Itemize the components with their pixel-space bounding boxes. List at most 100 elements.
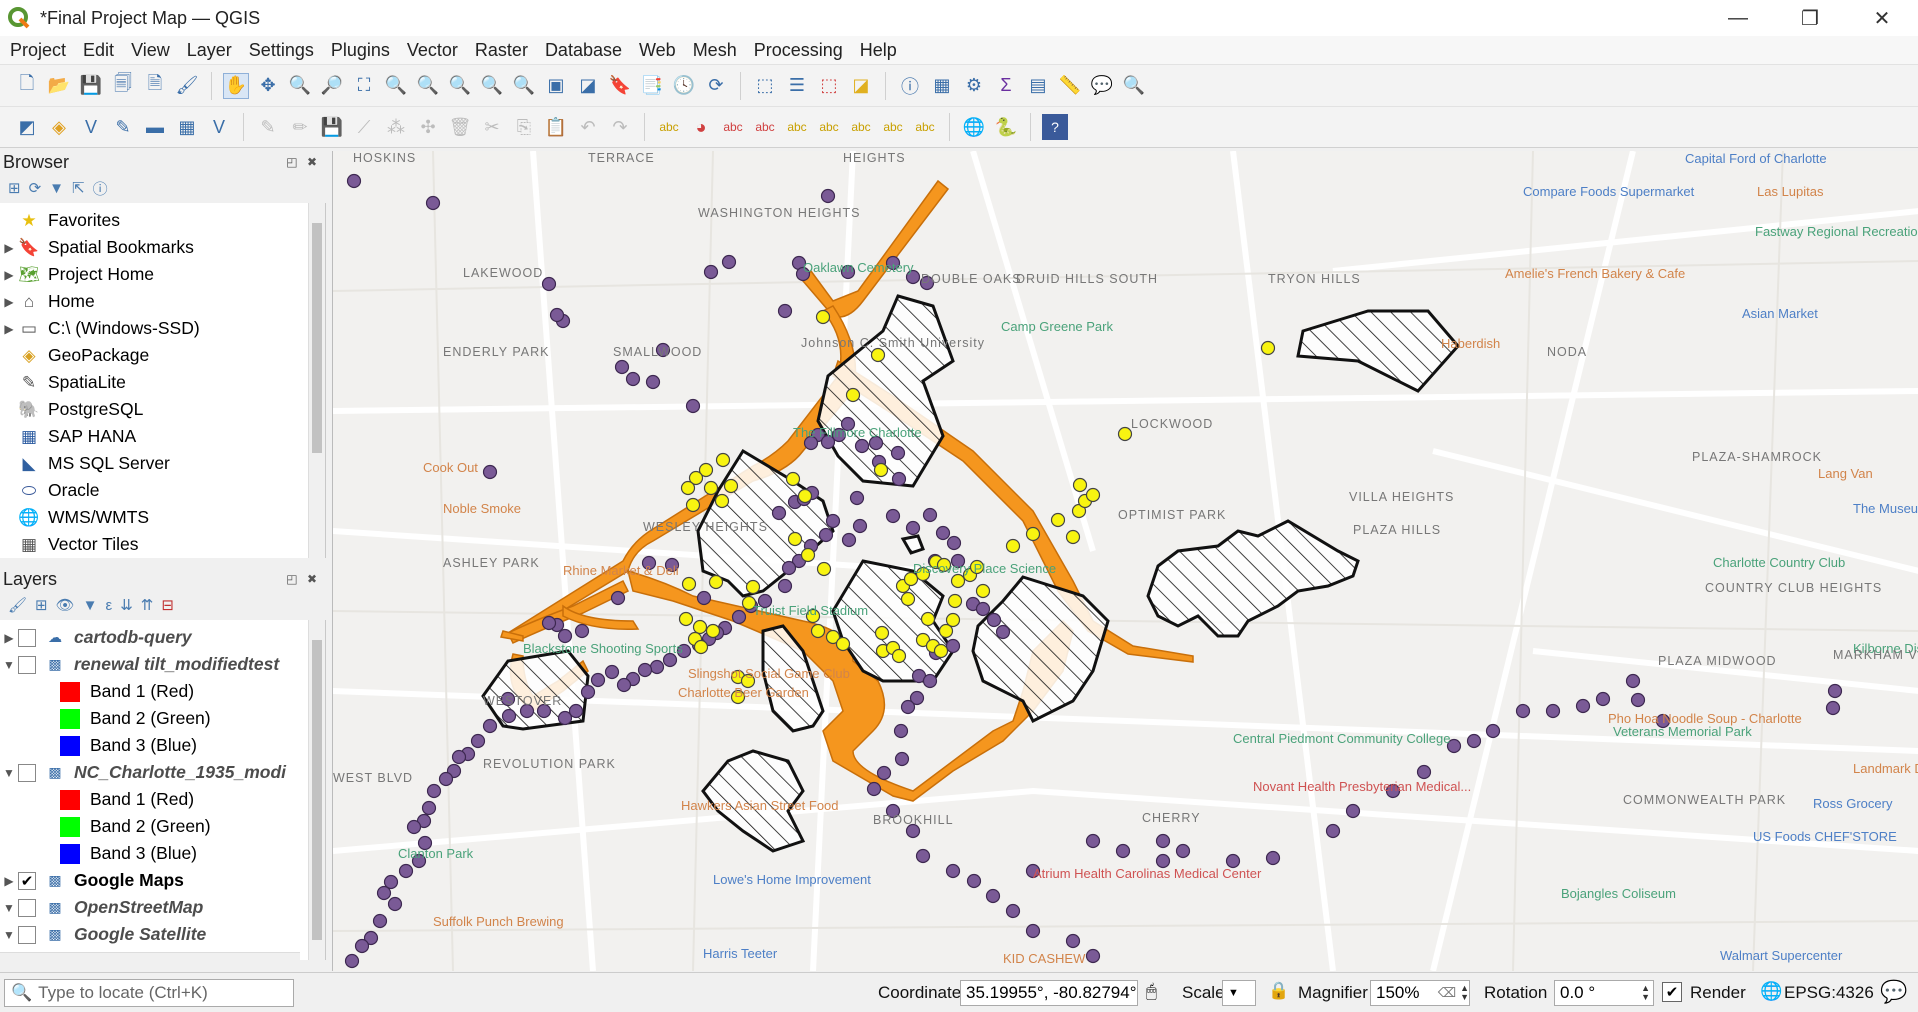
menu-plugins[interactable]: Plugins bbox=[321, 40, 397, 61]
layer-visibility-checkbox[interactable] bbox=[18, 925, 36, 944]
label-properties-icon[interactable]: abc bbox=[912, 114, 938, 140]
show-hide-labels-icon[interactable]: abc bbox=[784, 114, 810, 140]
open-project-icon[interactable]: 📂 bbox=[46, 73, 72, 99]
browser-scrollbar[interactable] bbox=[308, 203, 325, 558]
data-source-manager-icon[interactable]: ◩ bbox=[14, 114, 40, 140]
clear-icon[interactable]: ⌫ bbox=[1438, 985, 1456, 1001]
toggle-extents-icon[interactable]: 🖱 bbox=[1146, 981, 1157, 1002]
new-project-icon[interactable]: 🗋 bbox=[14, 73, 40, 99]
save-edits-icon[interactable]: 💾 bbox=[319, 114, 345, 140]
pan-to-selection-icon[interactable]: ✥ bbox=[255, 73, 281, 99]
rotate-label-icon[interactable]: abc bbox=[848, 114, 874, 140]
browser-item[interactable]: ✎ SpatiaLite bbox=[0, 369, 325, 396]
crs-label[interactable]: EPSG:4326 bbox=[1784, 983, 1874, 1003]
panel-float-close-icon[interactable]: ◰ ✖ bbox=[286, 572, 320, 586]
new-shapefile-layer-icon[interactable]: V bbox=[78, 114, 104, 140]
minimize-button[interactable]: — bbox=[1702, 0, 1774, 36]
current-edits-icon[interactable]: ✎ bbox=[255, 114, 281, 140]
expand-arrow-icon[interactable]: ▼ bbox=[0, 658, 18, 672]
maximize-button[interactable]: ❐ bbox=[1774, 0, 1846, 36]
menu-settings[interactable]: Settings bbox=[239, 40, 321, 61]
help-contents-icon[interactable]: ? bbox=[1042, 114, 1068, 140]
zoom-last-icon[interactable]: 🔍 bbox=[479, 73, 505, 99]
expand-arrow-icon[interactable]: ▶ bbox=[0, 241, 18, 255]
coordinate-field[interactable]: 35.19955°, -80.82794° bbox=[960, 980, 1138, 1006]
undo-icon[interactable]: ↶ bbox=[575, 114, 601, 140]
layer-item[interactable]: ▼ ▩ NC_Charlotte_1935_modi bbox=[0, 759, 325, 786]
delete-selected-icon[interactable]: 🗑 bbox=[447, 114, 473, 140]
filter-expression-icon[interactable]: ε bbox=[106, 597, 113, 614]
select-by-location-icon[interactable]: ◪ bbox=[848, 73, 874, 99]
style-manager-icon[interactable]: 🖌 bbox=[174, 73, 200, 99]
enable-properties-icon[interactable]: ⓘ bbox=[93, 178, 108, 199]
menu-edit[interactable]: Edit bbox=[73, 40, 121, 61]
deselect-features-icon[interactable]: ⬚ bbox=[816, 73, 842, 99]
new-print-layout-icon[interactable]: 🗐 bbox=[110, 73, 136, 99]
add-raster-layer-icon[interactable]: ▦ bbox=[174, 114, 200, 140]
filter-legend-icon[interactable]: ▼ bbox=[83, 597, 98, 614]
processing-toolbox-icon[interactable]: ⚙ bbox=[961, 73, 987, 99]
paste-features-icon[interactable]: 📋 bbox=[543, 114, 569, 140]
map-canvas[interactable]: HOSKINS TERRACE HEIGHTS WASHINGTON HEIGHTS O… bbox=[332, 151, 1918, 971]
refresh-icon[interactable]: ⟳ bbox=[703, 73, 729, 99]
cut-features-icon[interactable]: ✂ bbox=[479, 114, 505, 140]
layer-visibility-checkbox[interactable]: ✔ bbox=[18, 871, 36, 890]
layer-item[interactable]: ▼ ▩ OpenStreetMap bbox=[0, 894, 325, 921]
spin-arrows-icon[interactable]: ▲ ▼ bbox=[1460, 984, 1469, 1002]
browser-item[interactable]: ◈ GeoPackage bbox=[0, 342, 325, 369]
add-feature-icon[interactable]: ⟋ bbox=[351, 114, 377, 140]
expand-arrow-icon[interactable]: ▶ bbox=[0, 322, 18, 336]
menu-view[interactable]: View bbox=[121, 40, 177, 61]
menu-database[interactable]: Database bbox=[535, 40, 629, 61]
browser-item[interactable]: ▶ 🗺 Project Home bbox=[0, 261, 325, 288]
pin-labels-icon[interactable]: abc bbox=[752, 114, 778, 140]
new-map-view-icon[interactable]: ▣ bbox=[543, 73, 569, 99]
menu-raster[interactable]: Raster bbox=[465, 40, 535, 61]
new-3d-view-icon[interactable]: ◪ bbox=[575, 73, 601, 99]
menu-processing[interactable]: Processing bbox=[744, 40, 850, 61]
zoom-next-icon[interactable]: 🔍 bbox=[511, 73, 537, 99]
open-table-icon[interactable]: ▤ bbox=[1025, 73, 1051, 99]
layer-visibility-checkbox[interactable] bbox=[18, 655, 36, 674]
panel-float-close-icon[interactable]: ◰ ✖ bbox=[286, 155, 320, 169]
expand-arrow-icon[interactable]: ▶ bbox=[0, 268, 18, 282]
menu-mesh[interactable]: Mesh bbox=[683, 40, 744, 61]
browser-item[interactable]: ▦ Vector Tiles bbox=[0, 531, 325, 558]
locator-icon[interactable]: 🔍 bbox=[1121, 73, 1147, 99]
toggle-editing-icon[interactable]: ✏ bbox=[287, 114, 313, 140]
browser-item[interactable]: ▶ ▭ C:\ (Windows-SSD) bbox=[0, 315, 325, 342]
menu-vector[interactable]: Vector bbox=[397, 40, 465, 61]
layer-diagram-icon[interactable]: ◕ bbox=[688, 114, 714, 140]
close-button[interactable]: ✕ bbox=[1846, 0, 1918, 36]
menu-project[interactable]: Project bbox=[0, 40, 73, 61]
save-project-icon[interactable]: 💾 bbox=[78, 73, 104, 99]
copy-features-icon[interactable]: ⎘ bbox=[511, 114, 537, 140]
python-console-icon[interactable]: 🐍 bbox=[993, 114, 1019, 140]
layer-visibility-checkbox[interactable] bbox=[18, 898, 36, 917]
move-label-icon[interactable]: abc bbox=[816, 114, 842, 140]
magnifier-spinbox[interactable]: 150% ⌫ ▲ ▼ bbox=[1370, 980, 1470, 1006]
expand-arrow-icon[interactable]: ▼ bbox=[0, 766, 18, 780]
filter-browser-icon[interactable]: ▼ bbox=[49, 180, 64, 197]
new-bookmark-icon[interactable]: 🔖 bbox=[607, 73, 633, 99]
new-geopackage-layer-icon[interactable]: ◈ bbox=[46, 114, 72, 140]
identify-features-icon[interactable]: ⓘ bbox=[897, 73, 923, 99]
expand-all-icon[interactable]: ⇊ bbox=[120, 596, 133, 614]
browser-item[interactable]: ★ Favorites bbox=[0, 207, 325, 234]
spin-arrows-icon[interactable]: ▲ ▼ bbox=[1641, 984, 1650, 1002]
layers-scrollbar[interactable] bbox=[308, 620, 325, 960]
browser-item[interactable]: 🐘 PostgreSQL bbox=[0, 396, 325, 423]
select-features-icon[interactable]: ⬚ bbox=[752, 73, 778, 99]
zoom-full-icon[interactable]: ⛶ bbox=[351, 73, 377, 99]
new-spatialite-layer-icon[interactable]: ✎ bbox=[110, 114, 136, 140]
statistical-summary-icon[interactable]: Σ bbox=[993, 73, 1019, 99]
locator-bar[interactable]: 🔍 Type to locate (Ctrl+K) bbox=[4, 979, 294, 1007]
refresh-browser-icon[interactable]: ⟳ bbox=[29, 179, 42, 197]
redo-icon[interactable]: ↷ bbox=[607, 114, 633, 140]
browser-item[interactable]: ▶ 🔖 Spatial Bookmarks bbox=[0, 234, 325, 261]
attribute-table-icon[interactable]: ▦ bbox=[929, 73, 955, 99]
manage-visibility-icon[interactable]: 👁 bbox=[56, 596, 75, 614]
select-by-value-icon[interactable]: ☰ bbox=[784, 73, 810, 99]
layer-visibility-checkbox[interactable] bbox=[18, 763, 36, 782]
layer-labeling-icon[interactable]: abc bbox=[656, 114, 682, 140]
